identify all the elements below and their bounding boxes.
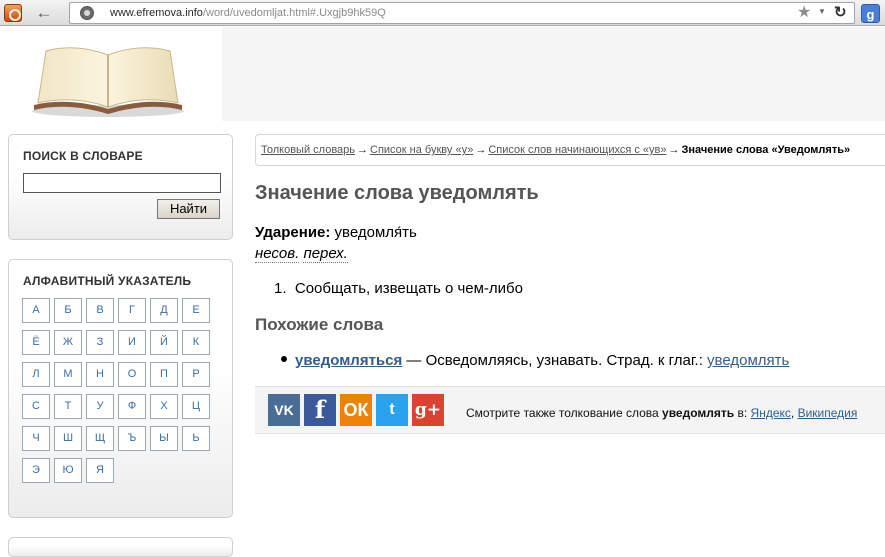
alphabet-letter-link[interactable]: П [150, 362, 178, 387]
alphabet-letter-link[interactable]: Д [150, 298, 178, 323]
site-header [0, 27, 885, 121]
alphabet-letter-link[interactable]: Ъ [118, 426, 146, 451]
stress-line: Ударение: уведомля́ть [255, 224, 417, 241]
alphabet-letter-link[interactable]: Й [150, 330, 178, 355]
similar-word-link[interactable]: уведомляться [295, 352, 402, 369]
alphabet-letter-link[interactable]: М [54, 362, 82, 387]
breadcrumb-separator: → [357, 144, 369, 156]
definition-text: Сообщать, извещать о чем-либо [294, 280, 523, 297]
alphabet-letter-link[interactable]: И [118, 330, 146, 355]
alphabet-letter-link[interactable]: Р [182, 362, 210, 387]
reload-icon[interactable]: ↻ [834, 4, 847, 22]
breadcrumb-link-prefix-uv[interactable]: Список слов начинающихся с «ув» [488, 144, 666, 156]
bookmark-star-icon[interactable]: ★ [797, 4, 811, 22]
alphabet-letter-link[interactable]: Ц [182, 394, 210, 419]
see-also-text: Смотрите также толкование слова уведомля… [466, 406, 857, 420]
alphabet-letter-link[interactable]: Б [54, 298, 82, 323]
alphabet-letter-link[interactable]: Ы [150, 426, 178, 451]
breadcrumb-separator: → [668, 144, 680, 156]
bullet-icon [281, 356, 287, 363]
search-box: ПОИСК В СЛОВАРЕ Найти [8, 134, 233, 240]
alphabet-letter-link[interactable]: Щ [86, 426, 114, 451]
address-bar[interactable]: www.efremova.info/word/uvedomljat.html#.… [69, 2, 855, 24]
stress-label: Ударение: [255, 224, 331, 241]
alphabet-box-title: АЛФАВИТНЫЙ УКАЗАТЕЛЬ [23, 274, 192, 288]
breadcrumb-separator: → [475, 144, 487, 156]
next-sidebar-box [8, 537, 233, 557]
page-title: Значение слова уведомлять [255, 182, 539, 204]
breadcrumb-current: Значение слова «Уведомлять» [681, 144, 851, 156]
breadcrumb: Толковый словарь → Список на букву «у» → Спи… [255, 134, 885, 166]
alphabet-letter-link[interactable]: Ь [182, 426, 210, 451]
alphabet-box: АЛФАВИТНЫЙ УКАЗАТЕЛЬ АБВГДЕ ЁЖЗИЙК ЛМНОПР С… [8, 259, 233, 518]
facebook-icon[interactable]: f [304, 394, 336, 426]
google-search-icon[interactable]: g [861, 4, 880, 23]
similar-words-title: Похожие слова [255, 315, 384, 334]
alphabet-letter-link[interactable]: Ж [54, 330, 82, 355]
alphabet-letter-link[interactable]: В [86, 298, 114, 323]
logo-panel [0, 27, 222, 121]
definition-item: 1. Сообщать, извещать о чем-либо [274, 280, 523, 297]
alphabet-letter-link[interactable]: Е [182, 298, 210, 323]
alphabet-letter-link[interactable]: Я [86, 458, 114, 483]
transitivity-abbr: перех. [303, 245, 348, 263]
url-text[interactable]: www.efremova.info/word/uvedomljat.html#.… [110, 6, 386, 20]
breadcrumb-link-dictionary[interactable]: Толковый словарь [261, 144, 355, 156]
book-logo-icon[interactable] [28, 33, 188, 119]
aspect-abbr: несов. [255, 245, 300, 263]
alphabet-letter-link[interactable]: Л [22, 362, 50, 387]
alphabet-letter-link[interactable]: С [22, 394, 50, 419]
alphabet-letter-link[interactable]: У [86, 394, 114, 419]
alphabet-letter-link[interactable]: А [22, 298, 50, 323]
alphabet-letter-link[interactable]: Х [150, 394, 178, 419]
alphabet-letter-link[interactable]: З [86, 330, 114, 355]
wikipedia-link[interactable]: Википедия [798, 406, 858, 420]
grammar-marks: несов. перех. [255, 245, 348, 263]
share-bar: VK f ОК t g+ Смотрите также толкование с… [255, 386, 885, 434]
see-also-comma: , [790, 406, 798, 420]
site-identity-icon[interactable] [80, 6, 94, 20]
see-also-word: уведомлять [662, 406, 735, 420]
alphabet-letter-link[interactable]: Г [118, 298, 146, 323]
alphabet-letter-link[interactable]: О [118, 362, 146, 387]
alphabet-letter-link[interactable]: Н [86, 362, 114, 387]
url-path: /word/uvedomljat.html#.Uxgjb9hk59Q [202, 7, 386, 19]
vk-icon[interactable]: VK [268, 394, 300, 426]
stress-value: уведомля́ть [334, 224, 417, 241]
alphabet-letter-link[interactable]: Ч [22, 426, 50, 451]
alphabet-letter-link[interactable]: Т [54, 394, 82, 419]
definition-number: 1. [274, 280, 287, 297]
google-plus-icon[interactable]: g+ [412, 394, 444, 426]
firefox-menu-icon[interactable] [4, 4, 22, 22]
similar-word-item: уведомляться — Осведомляясь, узнавать. С… [281, 352, 789, 369]
alphabet-letter-link[interactable]: Ф [118, 394, 146, 419]
see-also-in: в: [734, 406, 751, 420]
search-box-title: ПОИСК В СЛОВАРЕ [23, 149, 143, 163]
url-host: www.efremova.info [110, 7, 203, 19]
alphabet-letter-link[interactable]: Ш [54, 426, 82, 451]
alphabet-letter-link[interactable]: Ё [22, 330, 50, 355]
yandex-link[interactable]: Яндекс [751, 406, 791, 420]
see-also-prefix: Смотрите также толкование слова [466, 406, 663, 420]
alphabet-letter-link[interactable]: Ю [54, 458, 82, 483]
odnoklassniki-icon[interactable]: ОК [340, 394, 372, 426]
browser-toolbar: ← www.efremova.info/word/uvedomljat.html… [0, 0, 885, 26]
alphabet-letter-link[interactable]: Э [22, 458, 50, 483]
search-input[interactable] [23, 173, 221, 193]
breadcrumb-link-letter-u[interactable]: Список на букву «у» [370, 144, 473, 156]
similar-word-description: — Осведомляясь, узнавать. Страд. к глаг.… [402, 352, 708, 369]
back-button[interactable]: ← [30, 2, 58, 24]
search-button[interactable]: Найти [157, 199, 220, 219]
twitter-icon[interactable]: t [376, 394, 408, 426]
history-dropdown-icon[interactable]: ▼ [818, 7, 826, 16]
alphabet-letter-link[interactable]: К [182, 330, 210, 355]
similar-word-ref-link[interactable]: уведомлять [707, 352, 789, 369]
